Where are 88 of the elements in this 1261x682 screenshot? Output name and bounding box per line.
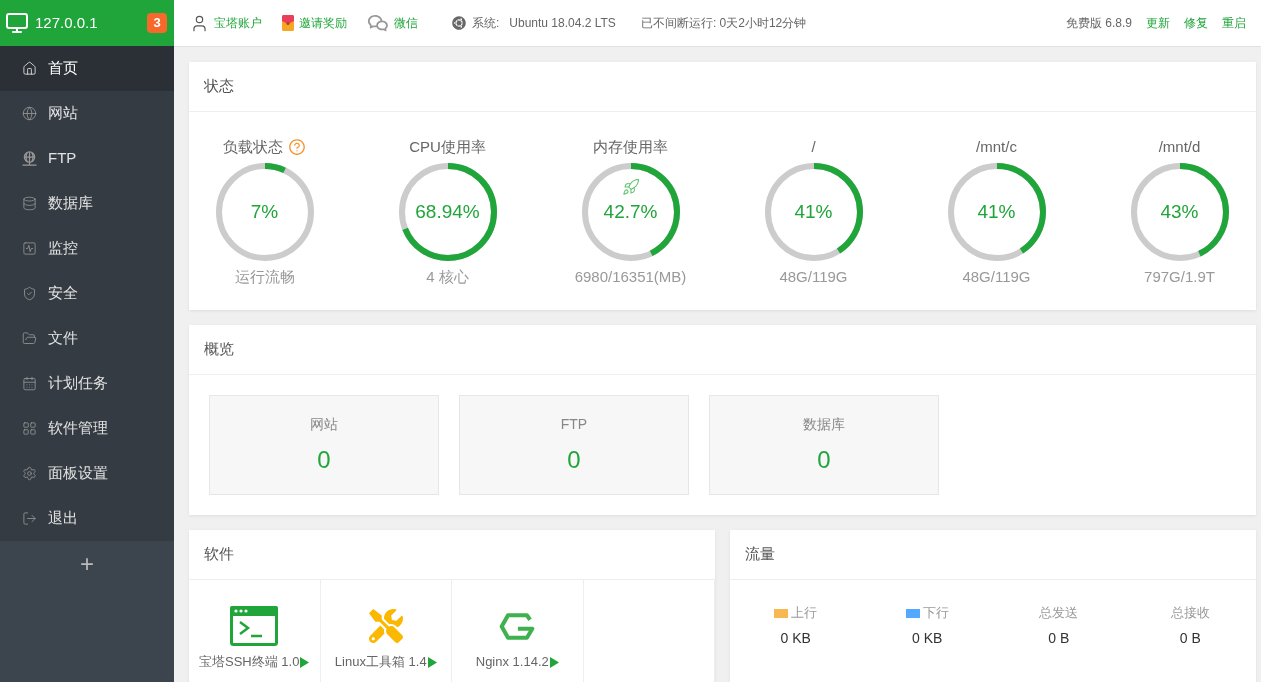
traffic-value: 0 B <box>1048 629 1070 648</box>
menu-item[interactable]: 安全 <box>0 271 174 316</box>
grid-icon <box>22 421 37 436</box>
host-address: 127.0.0.1 <box>35 12 98 33</box>
overview-tile[interactable]: 网站 0 <box>209 395 439 495</box>
rocket-icon <box>621 178 640 196</box>
menu-item[interactable]: 计划任务 <box>0 361 174 406</box>
tile-value: 0 <box>567 445 581 475</box>
traffic-value: 0 KB <box>912 629 943 648</box>
play-icon[interactable] <box>549 656 559 668</box>
play-icon[interactable] <box>427 656 437 668</box>
gauge-value: 43% <box>1160 200 1199 224</box>
menu-item[interactable]: FTP <box>0 136 174 181</box>
logout-icon <box>22 511 37 526</box>
tile-value: 0 <box>317 445 331 475</box>
menu-item[interactable]: 数据库 <box>0 181 174 226</box>
terminal-icon[interactable] <box>230 606 279 646</box>
traffic-label: 下行 <box>922 604 949 623</box>
menu-item[interactable]: 面板设置 <box>0 451 174 496</box>
system-label: 系统: <box>472 15 500 32</box>
overview-tile[interactable]: FTP 0 <box>459 395 689 495</box>
top-link[interactable]: 邀请奖励 <box>299 14 347 32</box>
top-link[interactable]: 微信 <box>394 14 418 32</box>
menu-item[interactable]: 监控 <box>0 226 174 271</box>
action-link[interactable]: 修复 <box>1184 14 1208 32</box>
monitor-icon <box>5 11 29 35</box>
uptime-text: 已不间断运行: 0天2小时12分钟 <box>640 15 807 32</box>
traffic-label: 总接收 <box>1170 604 1210 623</box>
home-icon <box>22 61 37 76</box>
menu-item[interactable]: 软件管理 <box>0 406 174 451</box>
gauge-title: /mnt/c <box>976 137 1017 157</box>
tools-icon[interactable] <box>368 609 403 643</box>
menu-item[interactable]: 退出 <box>0 496 174 541</box>
gauge-title: /mnt/d <box>1158 137 1201 157</box>
gauge-caption: 797G/1.9T <box>1144 267 1215 287</box>
globe-stand-icon <box>22 151 37 166</box>
traffic-value: 0 KB <box>780 629 811 648</box>
gauge-title: CPU使用率 <box>409 137 486 157</box>
gauge-title: 内存使用率 <box>593 137 668 157</box>
tile-label: 网站 <box>310 415 338 434</box>
chat-bubbles-icon <box>367 12 389 34</box>
version-text: 免费版 6.8.9 <box>1065 15 1132 32</box>
help-icon[interactable] <box>288 138 306 156</box>
envelope-icon <box>282 15 294 31</box>
traffic-label: 上行 <box>791 604 818 623</box>
gauge-title: / <box>811 137 816 157</box>
card-title: 流量 <box>745 544 775 565</box>
overview-tile[interactable]: 数据库 0 <box>709 395 939 495</box>
gauge-value: 7% <box>250 200 279 224</box>
gauge-value: 41% <box>977 200 1016 224</box>
software-name[interactable]: Linux工具箱 1.4 <box>334 654 427 670</box>
system-value: Ubuntu 18.04.2 LTS <box>509 15 616 32</box>
calendar-icon <box>22 376 37 391</box>
tile-value: 0 <box>817 445 831 475</box>
gauge-value: 41% <box>794 200 833 224</box>
user-icon <box>190 13 209 33</box>
gauge-value: 68.94% <box>415 200 480 224</box>
play-icon[interactable] <box>300 656 310 668</box>
action-link[interactable]: 重启 <box>1222 14 1246 32</box>
top-link[interactable]: 宝塔账户 <box>214 14 262 32</box>
globe-icon <box>22 106 37 121</box>
gauge-caption: 6980/16351(MB) <box>574 267 687 287</box>
ubuntu-logo-icon <box>452 16 466 30</box>
menu-item[interactable]: 网站 <box>0 91 174 136</box>
gauge-title: 负载状态 <box>223 137 283 157</box>
card-title: 软件 <box>204 544 234 565</box>
folder-icon <box>22 331 37 346</box>
gauge-caption: 4 核心 <box>426 267 469 287</box>
chart-square-icon <box>22 241 37 256</box>
settings-icon <box>22 466 37 481</box>
tile-label: FTP <box>560 415 588 434</box>
software-name[interactable]: Nginx 1.14.2 <box>475 654 549 670</box>
menu-item[interactable]: 文件 <box>0 316 174 361</box>
card-title: 状态 <box>204 76 234 97</box>
action-link[interactable]: 更新 <box>1146 14 1170 32</box>
gauge-caption: 运行流畅 <box>234 267 295 287</box>
menu-item[interactable]: 首页 <box>0 46 174 91</box>
gauge-caption: 48G/119G <box>779 267 848 287</box>
gauge-value: 42.7% <box>603 200 658 224</box>
card-title: 概览 <box>204 339 234 360</box>
shield-check-icon <box>22 286 37 301</box>
traffic-label: 总发送 <box>1039 604 1079 623</box>
database-icon <box>22 196 37 211</box>
gauge-caption: 48G/119G <box>962 267 1031 287</box>
hexagon-logo-icon[interactable] <box>499 612 536 640</box>
tile-label: 数据库 <box>803 415 845 434</box>
traffic-value: 0 B <box>1179 629 1201 648</box>
software-name[interactable]: 宝塔SSH终端 1.0 <box>199 654 300 670</box>
